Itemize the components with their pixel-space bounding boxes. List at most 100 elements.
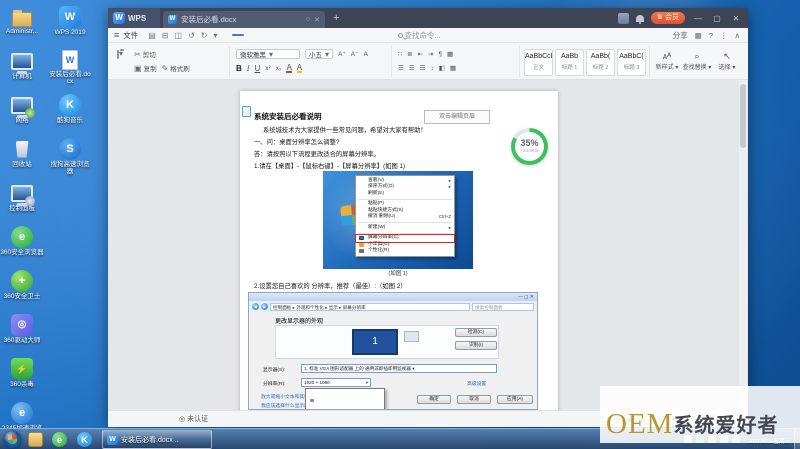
decrease-indent-button[interactable]: ⇤ — [418, 50, 423, 58]
borders-button[interactable]: ▦ — [450, 64, 456, 72]
tab-close-icon[interactable]: ✕ — [314, 16, 320, 24]
kugou-icon[interactable]: K — [77, 432, 92, 447]
close-button[interactable]: ✕ — [730, 14, 742, 23]
redo-icon[interactable]: ↻ — [201, 31, 208, 40]
find-replace-button[interactable]: ⌕查找替换 ▾ — [682, 50, 712, 71]
copy-button[interactable]: ▣复制 — [134, 63, 157, 73]
menu-bar: ≡ 文件 ▤ ⊟ ◫ ↺ ↻ ▾ 查找命令... 分享 ▦ ? ⋮ ∧ — [108, 28, 748, 43]
desktop-icon[interactable]: 计算机 — [0, 50, 44, 80]
upload-progress-badge[interactable]: 35% ↑24.3K/s — [511, 128, 548, 165]
wps-task-button[interactable]: W 安装后必看.docx .. — [102, 430, 212, 449]
desktop-icon-label: 360安全浏览器 — [0, 249, 44, 256]
desktop-icon[interactable]: e 360安全浏览器 — [0, 226, 44, 256]
shading-button[interactable]: ◧ — [439, 64, 445, 72]
paragraph-tool-icon[interactable] — [242, 106, 251, 117]
font-size-select[interactable]: 小五▾ — [305, 49, 333, 59]
explorer-icon[interactable] — [28, 432, 43, 447]
grid-icon[interactable]: ▦ — [695, 31, 702, 40]
verify-status[interactable]: ◎ 未认证 — [179, 414, 208, 424]
cut-button[interactable]: ✂剪切 — [134, 49, 156, 59]
desktop-icon[interactable]: K 酷狗音乐 — [48, 94, 92, 124]
new-tab-button[interactable]: + — [333, 12, 339, 24]
desktop-icon[interactable]: W WPS 2019 — [48, 6, 92, 36]
format-painter-button[interactable]: ✎格式刷 — [162, 63, 190, 73]
desktop-icon[interactable]: S 搜狗高速浏览器 — [48, 138, 92, 175]
cancel-button: 取消 — [457, 395, 491, 404]
paste-button[interactable]: ▾ — [112, 49, 128, 75]
360-browser-icon[interactable]: e — [52, 432, 67, 447]
ribbon-tab[interactable] — [376, 34, 388, 36]
style-preset[interactable]: AaBbC( 标题 3 — [617, 49, 646, 76]
ribbon-tab[interactable] — [232, 34, 244, 36]
ribbon-tab[interactable] — [264, 34, 276, 36]
share-button[interactable]: 分享 — [673, 30, 688, 41]
ribbon-tab[interactable] — [248, 34, 260, 36]
show-marks-button[interactable]: ¶ — [439, 51, 443, 58]
desktop-icon[interactable]: 控制面板 — [0, 182, 44, 212]
ribbon-tab[interactable] — [344, 34, 356, 36]
grow-font-button[interactable]: A⁺ — [338, 50, 346, 58]
user-avatar[interactable] — [618, 13, 629, 24]
bullets-button[interactable]: ∷ — [398, 50, 402, 58]
numbering-button[interactable]: ≣ — [407, 50, 412, 58]
font-name-select[interactable]: 微软雅黑▾ — [236, 49, 300, 59]
maximize-button[interactable]: ▢ — [711, 14, 723, 23]
highlight-button[interactable]: A — [297, 64, 302, 73]
hamburger-icon[interactable]: ≡ — [114, 30, 119, 40]
desktop-icon[interactable]: Administr... — [0, 6, 44, 35]
align-left-button[interactable]: ☰ — [398, 64, 404, 72]
select-button[interactable]: ↖选择 ▾ — [712, 50, 742, 71]
save-icon[interactable]: ▤ — [148, 31, 156, 40]
ribbon-tab[interactable] — [312, 34, 324, 36]
print-preview-icon[interactable]: ◫ — [175, 31, 183, 40]
desktop-icon[interactable]: ◎ 360驱动大师 — [0, 314, 44, 344]
help-icon[interactable]: ? — [709, 31, 713, 40]
clear-format-button[interactable]: A — [364, 51, 368, 58]
collapse-ribbon-icon[interactable]: ∧ — [735, 31, 741, 40]
print-icon[interactable]: ⊟ — [162, 31, 169, 40]
insert-table-button[interactable]: ▦ — [447, 50, 453, 58]
italic-button[interactable]: I — [247, 64, 250, 73]
ribbon-tab[interactable] — [360, 34, 372, 36]
vip-badge[interactable]: ♛ 会员 — [651, 12, 685, 24]
line-spacing-button[interactable]: ↕ — [430, 65, 433, 72]
vertical-scrollbar[interactable] — [739, 80, 747, 410]
desktop-icon-image: ◎ — [11, 314, 33, 336]
shrink-font-button[interactable]: A⁻ — [351, 50, 359, 58]
ribbon-tab[interactable] — [328, 34, 340, 36]
scrollbar-thumb[interactable] — [740, 84, 746, 148]
more-icon[interactable]: ⋮ — [720, 31, 728, 40]
underline-button[interactable]: U — [254, 64, 260, 73]
increase-indent-button[interactable]: ⇥ — [428, 50, 433, 58]
superscript-button[interactable]: x² — [265, 65, 270, 72]
header-hint-button[interactable]: 双击编辑页眉 — [424, 110, 490, 124]
customize-caret-icon[interactable]: ▾ — [214, 31, 218, 40]
paste-icon — [117, 50, 119, 59]
new-style-button[interactable]: ᴀᴬ新样式 ▾ — [652, 50, 682, 71]
desktop-icon[interactable]: + 360安全卫士 — [0, 270, 44, 300]
command-search[interactable]: 查找命令... — [398, 30, 441, 41]
file-menu[interactable]: 文件 — [123, 30, 138, 41]
wps-home-button[interactable]: W WPS — [108, 8, 160, 28]
style-preset[interactable]: AaBbCcDd 正文 — [524, 49, 553, 76]
cp-window-controls: — ◻ ✕ — [249, 293, 537, 301]
desktop-icon[interactable]: ⚡ 360杀毒 — [0, 358, 44, 388]
undo-icon[interactable]: ↺ — [188, 31, 195, 40]
bold-button[interactable]: B — [236, 64, 242, 73]
subscript-button[interactable]: x₂ — [276, 65, 282, 72]
style-preset[interactable]: AaBb( 标题 2 — [586, 49, 615, 76]
document-tab[interactable]: W 安装后必看.docx ○ ✕ — [163, 11, 325, 28]
style-preset[interactable]: AaBb 标题 1 — [555, 49, 584, 76]
tab-pin-icon[interactable]: ○ — [306, 16, 310, 23]
align-right-button[interactable]: ☰ — [420, 64, 426, 72]
notification-bell-icon[interactable] — [636, 15, 644, 22]
align-center-button[interactable]: ☰ — [409, 64, 415, 72]
desktop-icon[interactable]: 网络 — [0, 94, 44, 124]
ribbon-tab[interactable] — [296, 34, 308, 36]
font-color-button[interactable]: A — [286, 64, 291, 73]
ribbon-tab[interactable] — [280, 34, 292, 36]
desktop-icon[interactable]: W 安装后必看.docx — [48, 50, 92, 85]
desktop-icon[interactable]: 回收站 — [0, 138, 44, 168]
minimize-button[interactable]: — — [692, 14, 704, 23]
start-button[interactable] — [4, 431, 21, 448]
